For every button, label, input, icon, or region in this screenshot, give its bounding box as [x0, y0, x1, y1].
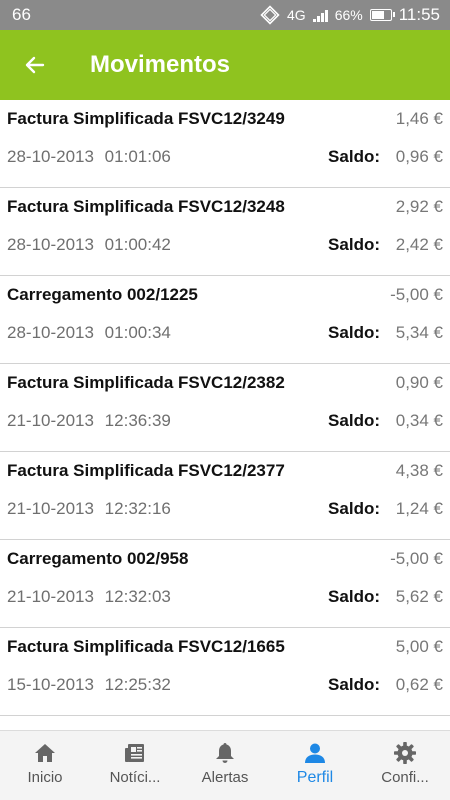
- transaction-row[interactable]: Factura Simplificada FSVC12/2382 0,90 € …: [0, 364, 450, 452]
- saldo-label: Saldo:: [328, 499, 380, 518]
- clock: 11:55: [398, 5, 440, 24]
- nav-inicio[interactable]: Inicio: [0, 731, 90, 800]
- transaction-amount: 2,92 €: [395, 197, 443, 216]
- battery-icon: [369, 9, 395, 21]
- person-icon: [305, 743, 325, 763]
- transaction-date: 21-10-2013 12:32:03: [7, 587, 171, 606]
- transaction-description: Factura Simplificada FSVC12/2382: [7, 373, 285, 392]
- transaction-date: 28-10-2013 01:01:06: [7, 147, 171, 166]
- bottom-navigation: Inicio Notíci... Alertas Perfil Confi...: [0, 730, 450, 800]
- transaction-date: 28-10-2013 01:00:42: [7, 235, 171, 254]
- saldo-label: Saldo:: [328, 587, 380, 606]
- nav-noticias[interactable]: Notíci...: [90, 731, 180, 800]
- transaction-date: 15-10-2013 12:25:32: [7, 675, 171, 694]
- bell-icon: [216, 743, 234, 763]
- transaction-description: Factura Simplificada FSVC12/3248: [7, 197, 285, 216]
- saldo-value: 0,34 €: [395, 411, 443, 430]
- saldo-label: Saldo:: [328, 411, 380, 430]
- status-right: 4G 66% 11:55: [260, 5, 440, 25]
- transaction-description: Carregamento 002/1225: [7, 285, 198, 304]
- transaction-description: Factura Simplificada FSVC12/3249: [7, 109, 285, 128]
- nav-label: Confi...: [381, 769, 429, 786]
- transaction-description: Carregamento 002/958: [7, 549, 189, 568]
- transaction-date: 21-10-2013 12:36:39: [7, 411, 171, 430]
- nav-label: Perfil: [296, 769, 334, 786]
- transaction-amount: 4,38 €: [395, 461, 443, 480]
- network-type: 4G: [287, 7, 306, 23]
- screen-rotate-icon: [260, 5, 280, 25]
- transaction-description: Factura Simplificada FSVC12/2377: [7, 461, 285, 480]
- back-button[interactable]: [0, 30, 70, 100]
- nav-configuracoes[interactable]: Confi...: [360, 731, 450, 800]
- saldo-value: 5,62 €: [395, 587, 443, 606]
- transaction-row[interactable]: Factura Simplificada FSVC12/1665 5,00 € …: [0, 628, 450, 716]
- gear-icon: [394, 742, 416, 764]
- newspaper-icon: [125, 744, 144, 762]
- saldo-value: 5,34 €: [395, 323, 443, 342]
- transaction-date: 28-10-2013 01:00:34: [7, 323, 171, 342]
- transaction-row[interactable]: Factura Simplificada FSVC12/3248 2,92 € …: [0, 188, 450, 276]
- nav-label: Notíci...: [109, 769, 161, 786]
- saldo-label: Saldo:: [328, 147, 380, 166]
- transaction-description: Factura Simplificada FSVC12/1665: [7, 637, 285, 656]
- saldo-value: 0,96 €: [395, 147, 443, 166]
- saldo-label: Saldo:: [328, 675, 380, 694]
- signal-icon: [312, 9, 328, 22]
- saldo-label: Saldo:: [328, 235, 380, 254]
- nav-label: Inicio: [27, 769, 63, 786]
- nav-perfil[interactable]: Perfil: [270, 731, 360, 800]
- transaction-date: 21-10-2013 12:32:16: [7, 499, 171, 518]
- nav-alertas[interactable]: Alertas: [180, 731, 270, 800]
- transaction-row[interactable]: Carregamento 002/1225 -5,00 € 28-10-2013…: [0, 276, 450, 364]
- saldo-label: Saldo:: [328, 323, 380, 342]
- transaction-amount: 0,90 €: [395, 373, 443, 392]
- home-icon: [35, 744, 55, 762]
- nav-label: Alertas: [201, 769, 249, 786]
- transaction-row[interactable]: Carregamento 002/958 -5,00 € 21-10-2013 …: [0, 540, 450, 628]
- app-bar: Movimentos: [0, 30, 450, 100]
- transaction-amount: 1,46 €: [395, 109, 443, 128]
- saldo-value: 2,42 €: [395, 235, 443, 254]
- transaction-row[interactable]: Factura Simplificada FSVC12/2377 4,38 € …: [0, 452, 450, 540]
- arrow-left-icon: [25, 56, 45, 74]
- saldo-value: 0,62 €: [395, 675, 443, 694]
- transactions-list[interactable]: Factura Simplificada FSVC12/3249 1,46 € …: [0, 100, 450, 730]
- battery-percent: 66%: [334, 7, 363, 23]
- page-title: Movimentos: [90, 51, 231, 78]
- status-bar: 66 4G 66% 11:55: [0, 0, 450, 30]
- transaction-amount: -5,00 €: [390, 549, 443, 568]
- transaction-amount: 5,00 €: [395, 637, 443, 656]
- status-left-number: 66: [12, 5, 31, 24]
- saldo-value: 1,24 €: [395, 499, 443, 518]
- transaction-row[interactable]: Factura Simplificada FSVC12/3249 1,46 € …: [0, 100, 450, 188]
- transaction-amount: -5,00 €: [390, 285, 443, 304]
